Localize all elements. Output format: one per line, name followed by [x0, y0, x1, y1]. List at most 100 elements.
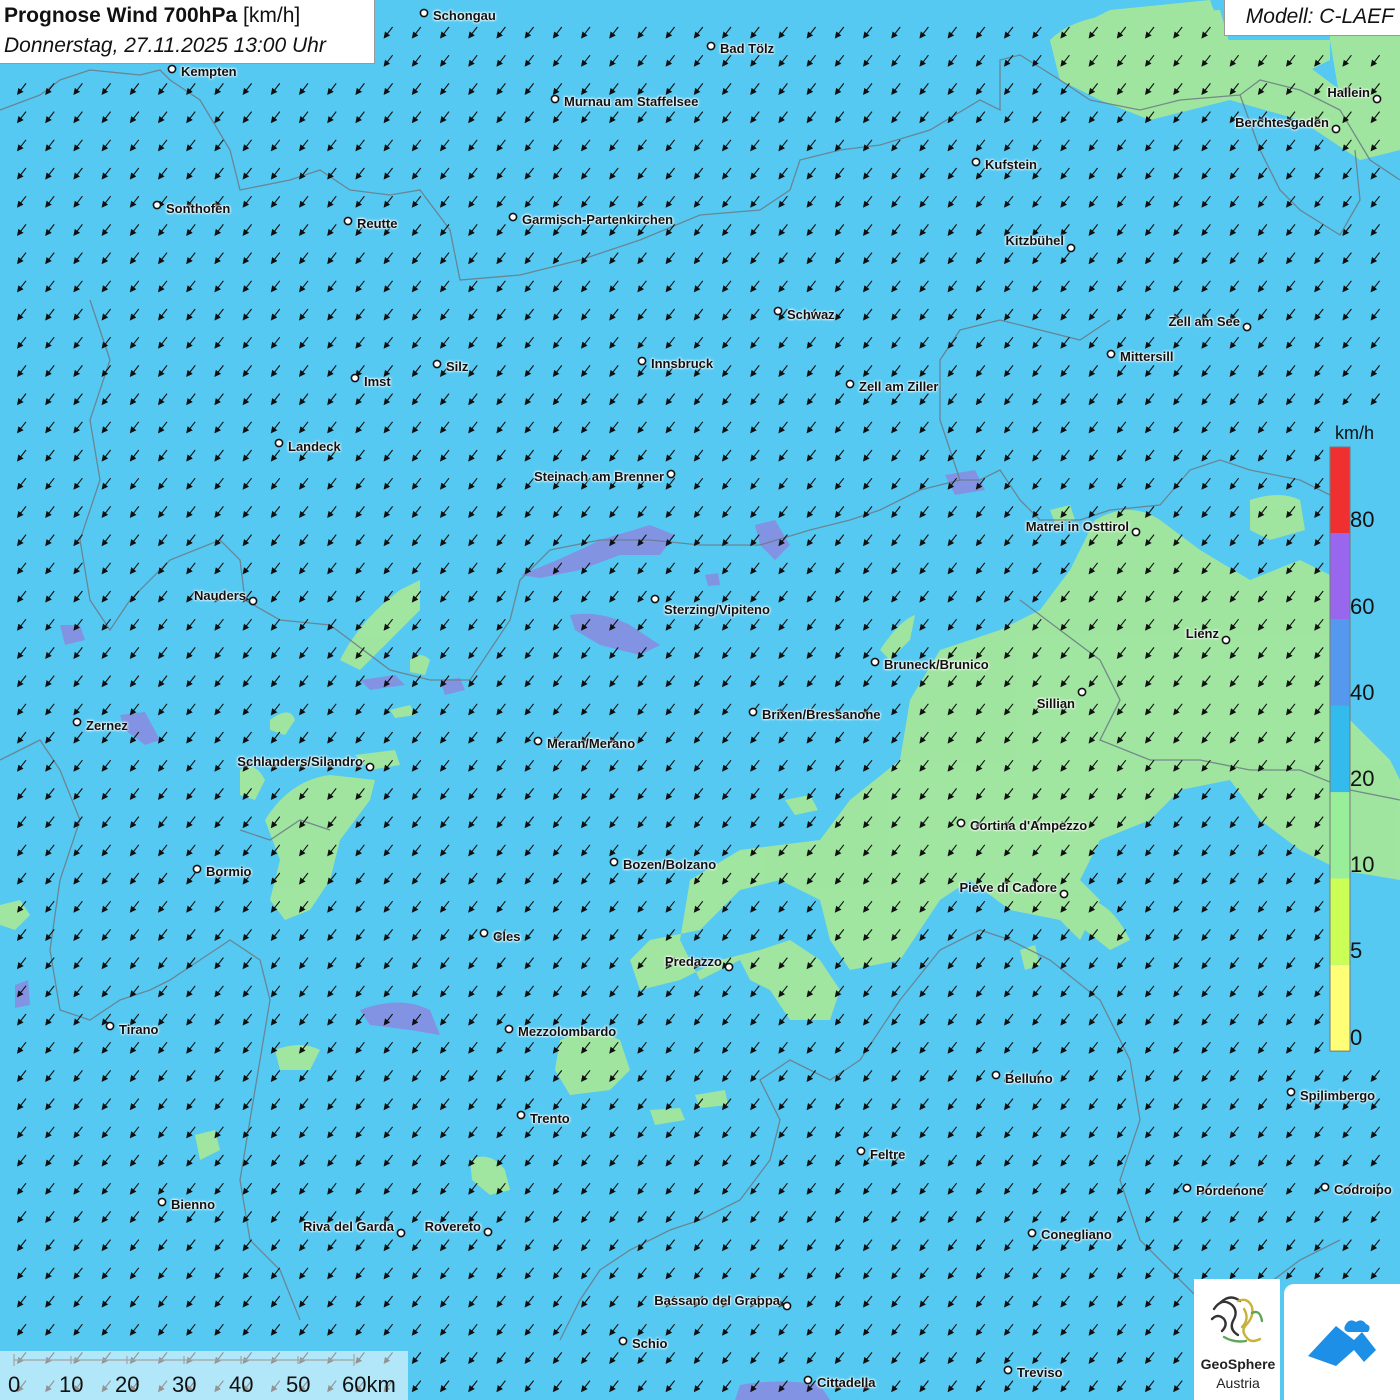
city-marker: [1077, 687, 1087, 697]
scale-label: 40: [229, 1372, 254, 1397]
city-label: Meran/Merano: [547, 736, 636, 751]
city-label: Sillian: [1036, 696, 1075, 711]
city-marker: [1221, 635, 1231, 645]
city-label: Codroipo: [1334, 1182, 1392, 1197]
city-label: Schlanders/Silandro: [237, 754, 363, 769]
city-marker: [274, 438, 284, 448]
city-marker: [479, 928, 489, 938]
city-marker: [1372, 94, 1382, 104]
city-marker: [72, 717, 82, 727]
city-label: Schio: [632, 1336, 668, 1351]
city-marker: [1059, 889, 1069, 899]
city-marker: [956, 818, 966, 828]
city-marker: [1320, 1182, 1330, 1192]
city-label: Brixen/Bressanone: [762, 707, 881, 722]
city-label: Treviso: [1017, 1365, 1063, 1380]
legend-color-bar: [1329, 446, 1351, 1052]
city-label: Pieve di Cadore: [959, 880, 1057, 895]
city-marker: [637, 356, 647, 366]
city-label: Feltre: [870, 1147, 906, 1162]
city-marker: [1106, 349, 1116, 359]
city-label: Conegliano: [1041, 1227, 1112, 1242]
city-marker: [773, 306, 783, 316]
city-marker: [1066, 243, 1076, 253]
city-label: Sterzing/Vipiteno: [664, 602, 770, 617]
city-marker: [1182, 1183, 1192, 1193]
legend-label-60: 60: [1350, 594, 1375, 619]
scale-label: 50: [286, 1372, 311, 1397]
city-marker: [508, 212, 518, 222]
legend-label-20: 20: [1350, 766, 1375, 791]
legend-swatch: [1330, 792, 1350, 879]
legend-swatch: [1330, 533, 1350, 620]
city-label: Zernez: [86, 718, 128, 733]
app-icon-button[interactable]: [1284, 1284, 1400, 1400]
city-label: Riva del Garda: [302, 1219, 394, 1234]
city-marker: [550, 94, 560, 104]
city-marker: [870, 657, 880, 667]
map-title: Prognose Wind 700hPa [km/h]: [4, 4, 300, 28]
city-label: Schwaz: [787, 307, 835, 322]
city-label: Zell am See: [1168, 314, 1240, 329]
map-title-main: Prognose Wind 700hPa: [4, 4, 238, 27]
city-label: Imst: [364, 374, 391, 389]
city-marker: [1331, 124, 1341, 134]
city-label: Tirano: [119, 1022, 159, 1037]
city-marker: [350, 373, 360, 383]
weather-app-icon: [1308, 1320, 1376, 1366]
city-label: Bruneck/Brunico: [884, 657, 989, 672]
city-marker: [748, 707, 758, 717]
city-label: Kempten: [181, 64, 237, 79]
city-label: Pordenone: [1196, 1183, 1264, 1198]
city-label: Murnau am Staffelsee: [564, 94, 699, 109]
city-marker: [724, 962, 734, 972]
city-label: Bassano del Grappa: [654, 1293, 780, 1308]
city-label: Steinach am Brenner: [533, 469, 664, 484]
legend-unit: km/h: [1335, 423, 1375, 443]
city-marker: [157, 1197, 167, 1207]
city-label: Trento: [530, 1111, 570, 1126]
legend-label-40: 40: [1350, 680, 1375, 705]
city-label: Innsbruck: [651, 356, 714, 371]
city-marker: [248, 596, 258, 606]
city-marker: [504, 1024, 514, 1034]
city-marker: [782, 1301, 792, 1311]
city-marker: [618, 1336, 628, 1346]
city-label: Predazzo: [664, 954, 722, 969]
city-label: Nauders: [193, 588, 246, 603]
city-label: Berchtesgaden: [1235, 115, 1329, 130]
legend-label-0: 0: [1350, 1025, 1363, 1050]
forecast-datetime: Donnerstag, 27.11.2025 13:00 Uhr: [4, 34, 326, 57]
model-box: Modell: C-LAEF: [1224, 0, 1400, 36]
city-label: Zell am Ziller: [859, 379, 939, 394]
legend-swatch: [1330, 705, 1350, 793]
city-label: Reutte: [357, 216, 398, 231]
city-marker: [343, 216, 353, 226]
city-marker: [803, 1375, 813, 1385]
city-marker: [419, 8, 429, 18]
map-title-unit: [km/h]: [243, 4, 301, 27]
scale-label: 0: [8, 1372, 21, 1397]
city-label: Bormio: [206, 864, 252, 879]
city-label: Cortina d'Ampezzo: [970, 818, 1088, 833]
city-label: Bienno: [171, 1197, 216, 1212]
city-label: Bad Tölz: [720, 41, 775, 56]
city-marker: [105, 1021, 115, 1031]
city-label: Hallein: [1327, 85, 1370, 100]
city-label: Bozen/Bolzano: [623, 857, 717, 872]
city-marker: [1027, 1228, 1037, 1238]
city-label: Belluno: [1005, 1071, 1053, 1086]
city-marker: [365, 762, 375, 772]
city-label: Schongau: [433, 8, 496, 23]
city-marker: [1286, 1087, 1296, 1097]
city-label: Cles: [493, 929, 521, 944]
geosphere-emblem-icon: [1210, 1296, 1264, 1343]
city-marker: [152, 200, 162, 210]
city-marker: [1242, 322, 1252, 332]
city-marker: [706, 41, 716, 51]
legend-label-80: 80: [1350, 507, 1375, 532]
city-marker: [991, 1070, 1001, 1080]
scale-label: 10: [59, 1372, 84, 1397]
legend-label-5: 5: [1350, 938, 1363, 963]
city-marker: [971, 157, 981, 167]
